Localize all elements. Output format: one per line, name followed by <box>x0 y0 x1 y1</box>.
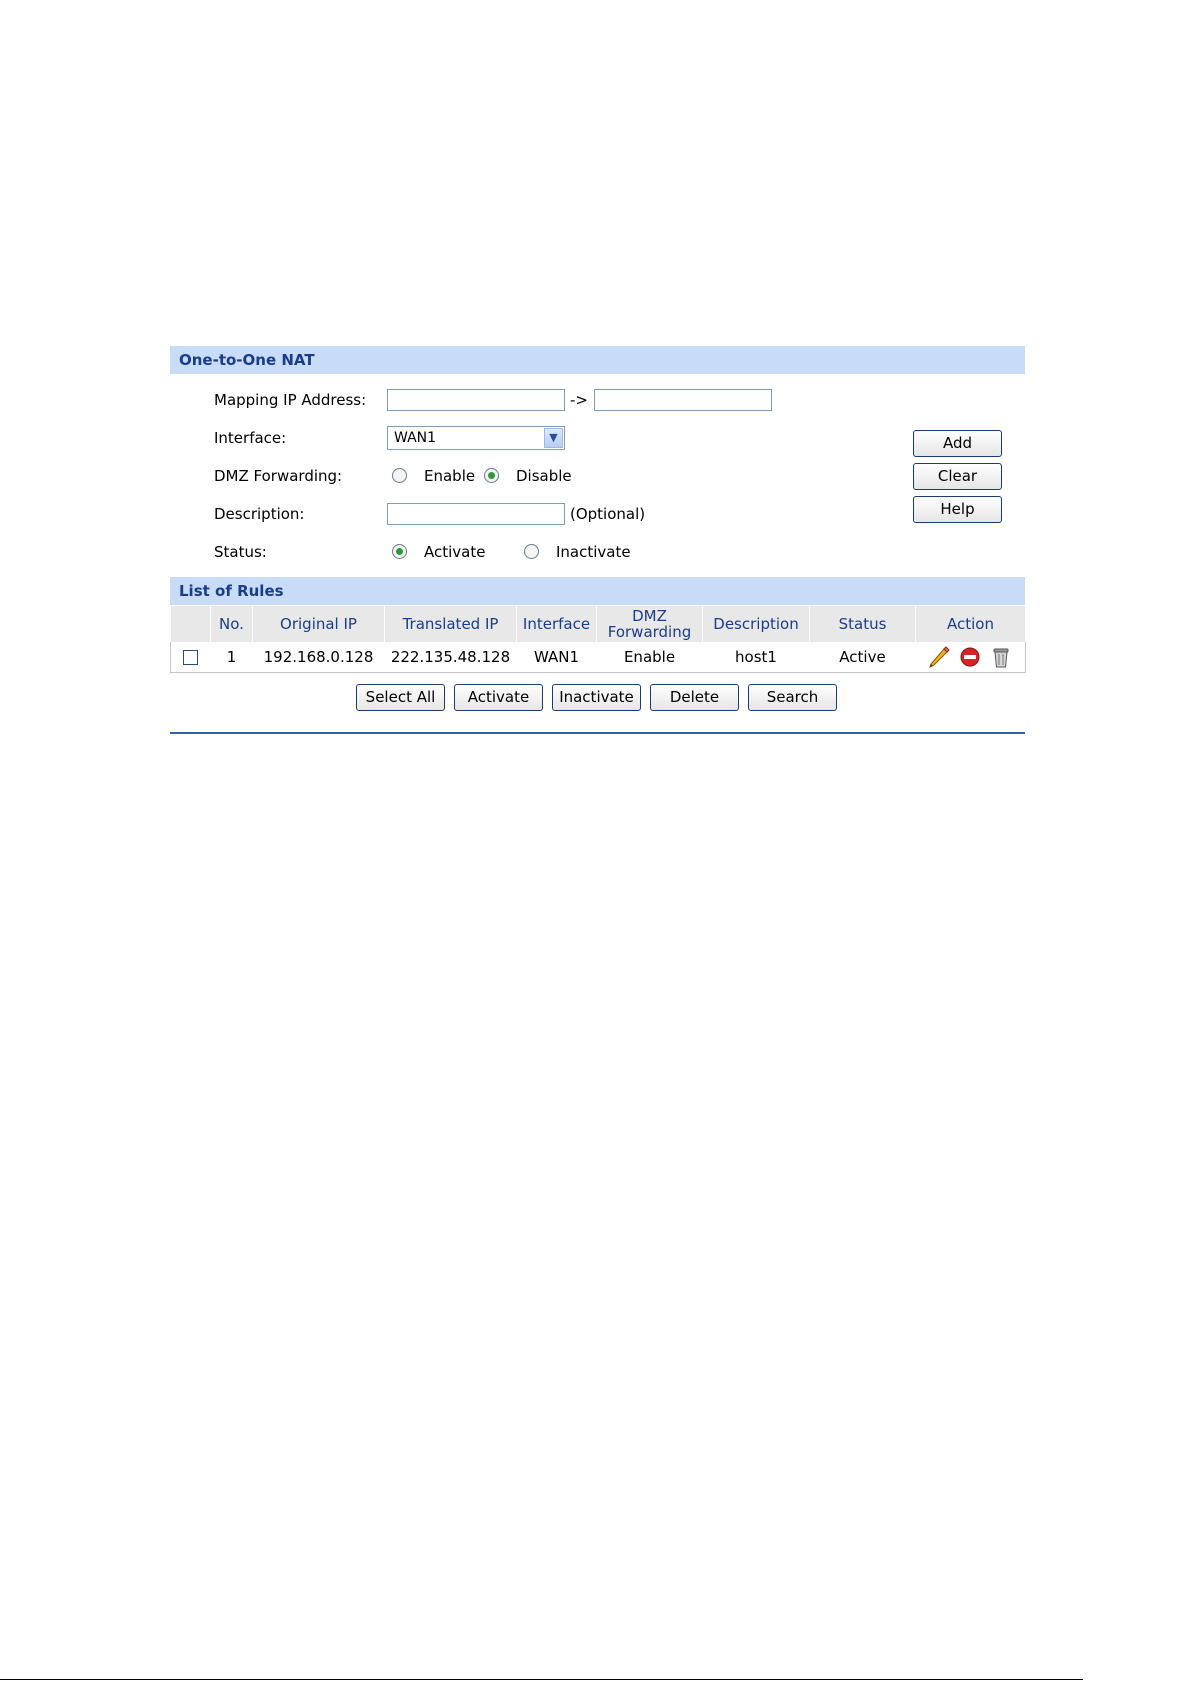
delete-button[interactable]: Delete <box>650 684 739 711</box>
description-input[interactable] <box>387 503 565 525</box>
col-header-action: Action <box>915 606 1026 642</box>
table-row: 1 192.168.0.128 222.135.48.128 WAN1 Enab… <box>170 642 1026 673</box>
status-label: Status: <box>214 543 267 561</box>
edit-icon[interactable] <box>928 646 951 668</box>
mapping-ip-row: Mapping IP Address: -> <box>214 386 914 414</box>
interface-label: Interface: <box>214 429 287 447</box>
help-button[interactable]: Help <box>913 496 1002 523</box>
add-button[interactable]: Add <box>913 430 1002 457</box>
rules-table-header-row: No. Original IP Translated IP Interface … <box>170 606 1026 642</box>
status-activate-radio[interactable] <box>392 544 407 559</box>
col-header-select <box>170 606 211 642</box>
inactivate-button[interactable]: Inactivate <box>552 684 641 711</box>
row-select-cell <box>170 642 211 673</box>
col-header-status: Status <box>809 606 916 642</box>
col-header-description: Description <box>702 606 810 642</box>
row-description: host1 <box>702 642 810 673</box>
row-original-ip: 192.168.0.128 <box>252 642 385 673</box>
dmz-forwarding-row: DMZ Forwarding: Enable Disable <box>214 462 914 490</box>
interface-select[interactable]: WAN1 ▼ <box>387 426 565 450</box>
row-status: Active <box>809 642 916 673</box>
dmz-disable-radio[interactable] <box>484 468 499 483</box>
mapping-ip-from-input[interactable] <box>387 389 565 411</box>
row-actions <box>915 642 1026 673</box>
col-header-no: No. <box>210 606 253 642</box>
row-interface: WAN1 <box>516 642 597 673</box>
dmz-forwarding-label: DMZ Forwarding: <box>214 467 343 485</box>
rules-section-header: List of Rules <box>170 577 1025 605</box>
disable-icon[interactable] <box>959 646 981 668</box>
search-button[interactable]: Search <box>748 684 837 711</box>
description-optional-hint: (Optional) <box>570 505 646 523</box>
activate-button[interactable]: Activate <box>454 684 543 711</box>
status-row: Status: Activate Inactivate <box>214 538 914 566</box>
interface-row: Interface: WAN1 ▼ <box>214 424 914 452</box>
trash-icon[interactable] <box>990 646 1012 668</box>
one-to-one-nat-panel: One-to-One NAT Mapping IP Address: -> In… <box>170 346 1026 736</box>
interface-selected-value: WAN1 <box>394 430 437 446</box>
nat-section-title: One-to-One NAT <box>179 351 315 369</box>
select-all-button[interactable]: Select All <box>356 684 445 711</box>
row-no: 1 <box>210 642 253 673</box>
dmz-disable-label: Disable <box>516 467 572 485</box>
col-header-dmz-forwarding: DMZ Forwarding <box>596 606 703 642</box>
row-translated-ip: 222.135.48.128 <box>384 642 517 673</box>
description-row: Description: (Optional) <box>214 500 914 528</box>
mapping-ip-label: Mapping IP Address: <box>214 391 367 409</box>
status-activate-label: Activate <box>424 543 486 561</box>
col-header-original-ip: Original IP <box>252 606 385 642</box>
mapping-ip-to-input[interactable] <box>594 389 772 411</box>
row-dmz: Enable <box>596 642 703 673</box>
dmz-enable-radio[interactable] <box>392 468 407 483</box>
status-inactivate-radio[interactable] <box>524 544 539 559</box>
chevron-down-icon[interactable]: ▼ <box>544 428 563 448</box>
description-label: Description: <box>214 505 305 523</box>
dmz-enable-label: Enable <box>424 467 476 485</box>
row-select-checkbox[interactable] <box>183 650 199 665</box>
nat-section-header: One-to-One NAT <box>170 346 1025 374</box>
page-footer-rule <box>0 1679 1083 1680</box>
col-header-translated-ip: Translated IP <box>384 606 517 642</box>
panel-bottom-divider <box>170 732 1025 734</box>
rules-table: No. Original IP Translated IP Interface … <box>170 606 1026 673</box>
col-header-interface: Interface <box>516 606 597 642</box>
clear-button[interactable]: Clear <box>913 463 1002 490</box>
status-inactivate-label: Inactivate <box>556 543 631 561</box>
rules-section-title: List of Rules <box>179 582 284 600</box>
mapping-arrow: -> <box>570 391 588 409</box>
